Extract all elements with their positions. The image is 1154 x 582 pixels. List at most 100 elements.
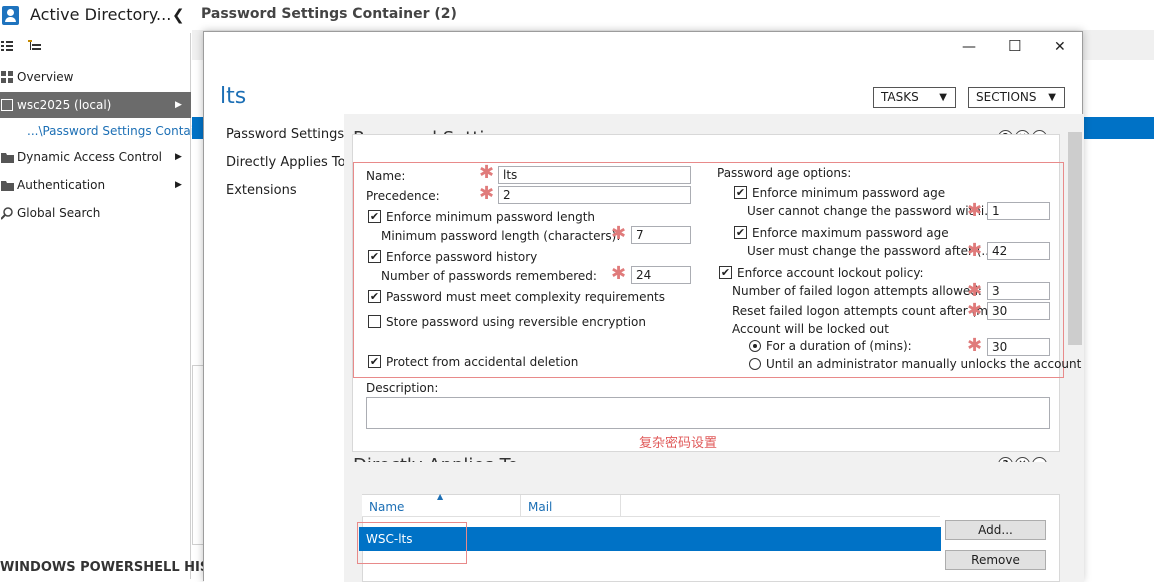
nav-item-global-search[interactable]: Global Search	[0, 200, 191, 226]
collapse-nav-button[interactable]: ❮	[172, 6, 185, 24]
active-directory-icon	[2, 6, 19, 25]
add-button[interactable]: Add...	[945, 520, 1046, 540]
min-length-label: Minimum password length (characters):	[381, 229, 621, 243]
complexity-checkbox[interactable]: ✔	[368, 290, 381, 303]
list-header: Name ▲ Mail	[362, 492, 940, 517]
section-nav: Password Settings Directly Applies To Ex…	[204, 114, 346, 582]
tasks-dropdown[interactable]: TASKS ▼	[873, 87, 956, 108]
powershell-history-header[interactable]: WINDOWS POWERSHELL HISTO	[0, 560, 229, 575]
enforce-min-age-label: Enforce minimum password age	[752, 186, 946, 200]
complexity-label: Password must meet complexity requiremen…	[386, 290, 666, 304]
enforce-history-label: Enforce password history	[386, 250, 538, 264]
required-asterisk: ✱	[967, 200, 983, 221]
password-age-options-label: Password age options:	[717, 166, 852, 180]
folder-icon	[1, 181, 14, 191]
enforce-max-age-checkbox[interactable]: ✔	[734, 226, 747, 239]
sections-dropdown[interactable]: SECTIONS ▼	[968, 87, 1065, 108]
navigation-pane: Active Directory... ❮ Overview wsc2025 (…	[0, 0, 206, 579]
section-link-extensions[interactable]: Extensions	[226, 183, 297, 198]
nav-item-label: ...\Password Settings Contai...	[27, 124, 206, 138]
column-divider	[520, 495, 521, 517]
dropdown-arrow-icon: ▼	[1048, 92, 1056, 103]
dropdown-arrow-icon: ▼	[939, 92, 947, 103]
required-asterisk: ✱	[611, 263, 627, 284]
until-admin-radio[interactable]	[749, 358, 761, 370]
column-header-name[interactable]: Name	[369, 500, 404, 514]
history-label: Number of passwords remembered:	[381, 269, 597, 283]
minimize-button[interactable]: —	[962, 39, 976, 55]
nav-item-password-settings-container[interactable]: ...\Password Settings Contai...	[0, 118, 206, 144]
name-field[interactable]: lts	[498, 166, 691, 184]
nav-item-label: Dynamic Access Control	[17, 150, 163, 164]
sort-ascending-icon: ▲	[437, 492, 444, 501]
column-header-mail[interactable]: Mail	[528, 500, 552, 514]
remove-button[interactable]: Remove	[945, 550, 1046, 570]
nav-item-authentication[interactable]: Authentication ▶	[0, 172, 191, 198]
nav-item-dynamic-access-control[interactable]: Dynamic Access Control ▶	[0, 144, 191, 170]
precedence-field[interactable]: 2	[498, 186, 691, 204]
nav-item-label: wsc2025 (local)	[17, 98, 112, 112]
duration-label: For a duration of (mins):	[766, 339, 912, 353]
name-label: Name:	[366, 169, 406, 183]
overview-icon	[1, 71, 13, 83]
lockout-policy-label: Enforce account lockout policy:	[737, 266, 924, 280]
reset-count-label: Reset failed logon attempts count after …	[732, 304, 1000, 318]
enforce-history-checkbox[interactable]: ✔	[368, 250, 381, 263]
view-toggle-bar	[0, 37, 191, 59]
lockout-policy-checkbox[interactable]: ✔	[719, 266, 732, 279]
close-button[interactable]: ✕	[1054, 39, 1066, 55]
required-asterisk: ✱	[967, 280, 983, 301]
required-asterisk: ✱	[611, 223, 627, 244]
description-label: Description:	[366, 381, 439, 395]
reversible-encryption-label: Store password using reversible encrypti…	[386, 315, 646, 329]
nav-header: Active Directory... ❮	[0, 0, 191, 33]
failed-attempts-field[interactable]: 3	[987, 282, 1050, 300]
section-link-directly-applies-to[interactable]: Directly Applies To	[226, 155, 346, 170]
min-age-label: User cannot change the password withi...	[747, 204, 996, 218]
section-link-password-settings[interactable]: Password Settings	[226, 127, 344, 142]
required-asterisk: ✱	[479, 162, 495, 183]
duration-field[interactable]: 30	[987, 338, 1050, 356]
chevron-right-icon: ▶	[175, 152, 182, 162]
reversible-encryption-checkbox[interactable]	[368, 315, 381, 328]
dialog-object-name: lts	[220, 84, 247, 109]
folder-icon	[1, 153, 14, 163]
list-view-icon[interactable]	[1, 40, 13, 52]
chevron-right-icon: ▶	[175, 180, 182, 190]
description-field[interactable]	[366, 397, 1050, 429]
history-field[interactable]: 24	[631, 266, 691, 284]
properties-dialog: — ☐ ✕ lts TASKS ▼ SECTIONS ▼ Password Se…	[203, 31, 1084, 582]
reset-count-field[interactable]: 30	[987, 302, 1050, 320]
nav-item-overview[interactable]: Overview	[0, 64, 191, 90]
protect-deletion-label: Protect from accidental deletion	[386, 355, 579, 369]
annotation-text: 复杂密码设置	[639, 436, 718, 451]
nav-item-label: Global Search	[17, 206, 101, 220]
scrollbar-thumb[interactable]	[1068, 132, 1082, 345]
precedence-label: Precedence:	[366, 189, 440, 203]
column-divider	[620, 495, 621, 517]
locked-out-label: Account will be locked out	[732, 322, 889, 336]
enforce-min-age-checkbox[interactable]: ✔	[734, 186, 747, 199]
enforce-min-length-label: Enforce minimum password length	[386, 210, 596, 224]
nav-item-label: Authentication	[17, 178, 106, 192]
nav-item-label: Overview	[17, 70, 74, 84]
maximize-button[interactable]: ☐	[1008, 37, 1021, 55]
required-asterisk: ✱	[479, 183, 495, 204]
required-asterisk: ✱	[967, 335, 983, 356]
protect-deletion-checkbox[interactable]: ✔	[368, 355, 381, 368]
required-asterisk: ✱	[967, 240, 983, 261]
nav-item-domain[interactable]: wsc2025 (local) ▶	[0, 92, 191, 118]
search-icon	[1, 207, 13, 220]
tasks-label: TASKS	[881, 90, 919, 104]
chevron-right-icon: ▶	[175, 100, 182, 110]
max-age-label: User must change the password after (...	[747, 244, 993, 258]
duration-radio[interactable]	[749, 340, 761, 352]
server-icon	[1, 99, 13, 111]
enforce-min-length-checkbox[interactable]: ✔	[368, 210, 381, 223]
sections-label: SECTIONS	[976, 90, 1037, 104]
min-length-field[interactable]: 7	[631, 226, 691, 244]
tree-view-icon[interactable]	[28, 40, 42, 52]
page-title: Password Settings Container (2)	[201, 6, 457, 22]
max-age-field[interactable]: 42	[987, 242, 1050, 260]
min-age-field[interactable]: 1	[987, 202, 1050, 220]
